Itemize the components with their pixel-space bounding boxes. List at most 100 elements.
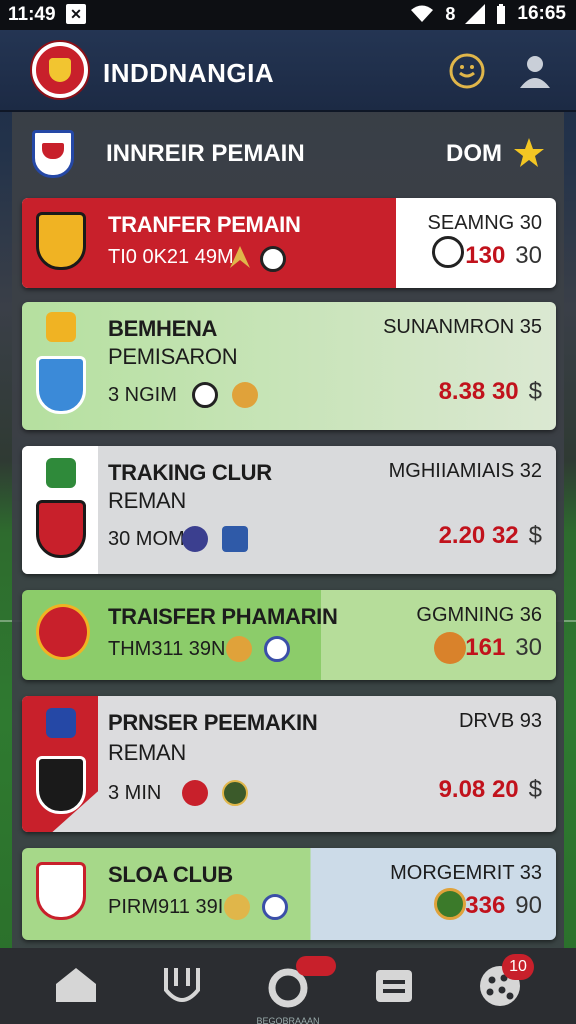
value-suffix: $ bbox=[528, 522, 542, 549]
status-signal-text: 8 bbox=[445, 3, 456, 24]
signal-icon bbox=[465, 4, 486, 24]
card-title: TRAISFER PHAMARIN bbox=[108, 604, 338, 629]
card-right-title: MGHIIAMIAIS 32 bbox=[388, 460, 542, 482]
card-title: BEMHENA bbox=[108, 316, 218, 341]
value-suffix: 90 bbox=[515, 892, 542, 919]
club-icon bbox=[226, 636, 252, 662]
club-icon bbox=[232, 382, 258, 408]
home-icon bbox=[56, 968, 96, 1002]
club-icon bbox=[224, 894, 250, 920]
transfer-card[interactable]: BEMHENA PEMISARON 3 NGIM SUNANMRON 35 8.… bbox=[22, 302, 556, 430]
card-right-title: GGMNING 36 bbox=[416, 604, 542, 626]
list-icon bbox=[376, 970, 412, 1002]
card-subtitle: 3 NGIM bbox=[108, 384, 177, 406]
card-right-title: MORGEMRIT 33 bbox=[390, 862, 542, 884]
section-right-label: DOM bbox=[446, 140, 502, 167]
card-title: SLOA CLUB bbox=[108, 862, 233, 887]
card-subtitle: 3 MIN bbox=[108, 782, 162, 804]
value-suffix: 30 bbox=[515, 634, 542, 661]
card-right-title: SUNANMRON 35 bbox=[383, 316, 542, 338]
nav-glove[interactable] bbox=[158, 962, 206, 1010]
transfer-panel: INNREIR PEMAIN DOM TRANFER PEMAIN TI0 0K… bbox=[12, 112, 564, 948]
nav-list[interactable] bbox=[370, 962, 418, 1010]
card-title-line2: REMAN bbox=[108, 488, 186, 513]
club-icon bbox=[262, 894, 288, 920]
eagle-icon bbox=[230, 246, 250, 268]
card-right-title: SEAMNG 30 bbox=[427, 212, 542, 234]
club-icon bbox=[260, 246, 286, 272]
transfer-card[interactable]: SLOA CLUB PIRM911 39I MORGEMRIT 33 336 90 bbox=[22, 848, 556, 940]
value-number: 161 bbox=[465, 634, 506, 661]
emblem-icon bbox=[434, 888, 466, 920]
status-bar: 11:49 ✕ 8 16:65 bbox=[0, 0, 576, 30]
shield-icon bbox=[46, 458, 76, 488]
value-number: 8.38 30 bbox=[438, 378, 519, 405]
club-badge-icon bbox=[36, 756, 86, 814]
card-subtitle: THM311 39N bbox=[108, 638, 226, 660]
transfer-card[interactable]: TRAKING CLUR REMAN 30 MOM MGHIIAMIAIS 32… bbox=[22, 446, 556, 574]
status-time: 11:49 bbox=[8, 4, 56, 25]
card-title: TRAKING CLUR bbox=[108, 460, 272, 485]
cross-icon bbox=[222, 526, 248, 552]
club-badge-icon bbox=[36, 604, 90, 660]
club-badge-icon bbox=[36, 212, 86, 270]
value-suffix: $ bbox=[528, 776, 542, 803]
soccer-ball-icon bbox=[192, 382, 218, 408]
section-title: INNREIR PEMAIN bbox=[106, 140, 305, 167]
battery-icon bbox=[497, 4, 506, 24]
value-number: 336 bbox=[465, 892, 506, 919]
value-suffix: 30 bbox=[515, 242, 542, 269]
card-subtitle: TI0 0K21 49M bbox=[108, 246, 234, 268]
transfer-card[interactable]: TRANFER PEMAIN TI0 0K21 49M SEAMNG 30 13… bbox=[22, 198, 556, 288]
soccer-ball-icon bbox=[432, 236, 464, 268]
star-icon[interactable] bbox=[512, 136, 546, 170]
card-title: PRNSER PEEMAKIN bbox=[108, 710, 318, 735]
profile-circle-icon[interactable] bbox=[448, 52, 486, 90]
nav-ball-label: BEGOBRAAAN bbox=[256, 1016, 320, 1024]
value-suffix: $ bbox=[528, 378, 542, 405]
emblem-icon bbox=[434, 632, 466, 664]
card-value: 336 90 bbox=[465, 892, 542, 920]
nav-highlight-pill bbox=[296, 956, 336, 976]
transfer-card[interactable]: PRNSER PEEMAKIN REMAN 3 MIN DRVB 93 9.08… bbox=[22, 696, 556, 832]
club-crest-icon bbox=[32, 130, 74, 178]
app-title: INDDNANGIA bbox=[103, 58, 275, 88]
club-icon bbox=[264, 636, 290, 662]
glove-icon bbox=[164, 968, 200, 1002]
card-value: 130 30 bbox=[465, 242, 542, 270]
shield-icon bbox=[46, 708, 76, 738]
card-title-line2: REMAN bbox=[108, 740, 186, 765]
club-icon bbox=[182, 526, 208, 552]
notification-icon: ✕ bbox=[66, 4, 86, 24]
card-title-line2: PEMISARON bbox=[108, 344, 238, 369]
card-value: 161 30 bbox=[465, 634, 542, 662]
nav-home[interactable] bbox=[52, 962, 100, 1010]
card-value: 8.38 30 $ bbox=[439, 378, 542, 406]
value-number: 2.20 32 bbox=[438, 522, 519, 549]
card-value: 2.20 32 $ bbox=[439, 522, 542, 550]
app-header: INDDNANGIA bbox=[0, 30, 576, 112]
card-subtitle: 30 MOM bbox=[108, 528, 185, 550]
club-icon bbox=[222, 780, 248, 806]
crown-icon bbox=[46, 312, 76, 342]
card-subtitle: PIRM911 39I bbox=[108, 896, 224, 918]
notification-badge: 10 bbox=[502, 954, 534, 980]
card-title: TRANFER PEMAIN bbox=[108, 212, 301, 237]
nav-ball[interactable]: BEGOBRAAAN bbox=[256, 956, 336, 1024]
value-number: 130 bbox=[465, 242, 506, 269]
bottom-nav: BEGOBRAAAN 10 bbox=[0, 948, 576, 1024]
transfer-card[interactable]: TRAISFER PHAMARIN THM311 39N GGMNING 36 … bbox=[22, 590, 556, 680]
club-badge-icon bbox=[36, 500, 86, 558]
app-logo bbox=[32, 42, 88, 98]
club-badge-icon bbox=[36, 356, 86, 414]
value-number: 9.08 20 bbox=[438, 776, 519, 803]
card-right-title: DRVB 93 bbox=[458, 710, 542, 732]
club-icon bbox=[182, 780, 208, 806]
status-clock: 16:65 bbox=[517, 3, 566, 24]
user-icon[interactable] bbox=[516, 52, 554, 90]
club-badge-icon bbox=[36, 862, 86, 920]
wifi-icon bbox=[411, 5, 434, 22]
card-value: 9.08 20 $ bbox=[439, 776, 542, 804]
section-header: INNREIR PEMAIN DOM bbox=[12, 112, 564, 192]
nav-more[interactable]: 10 bbox=[476, 954, 534, 1010]
